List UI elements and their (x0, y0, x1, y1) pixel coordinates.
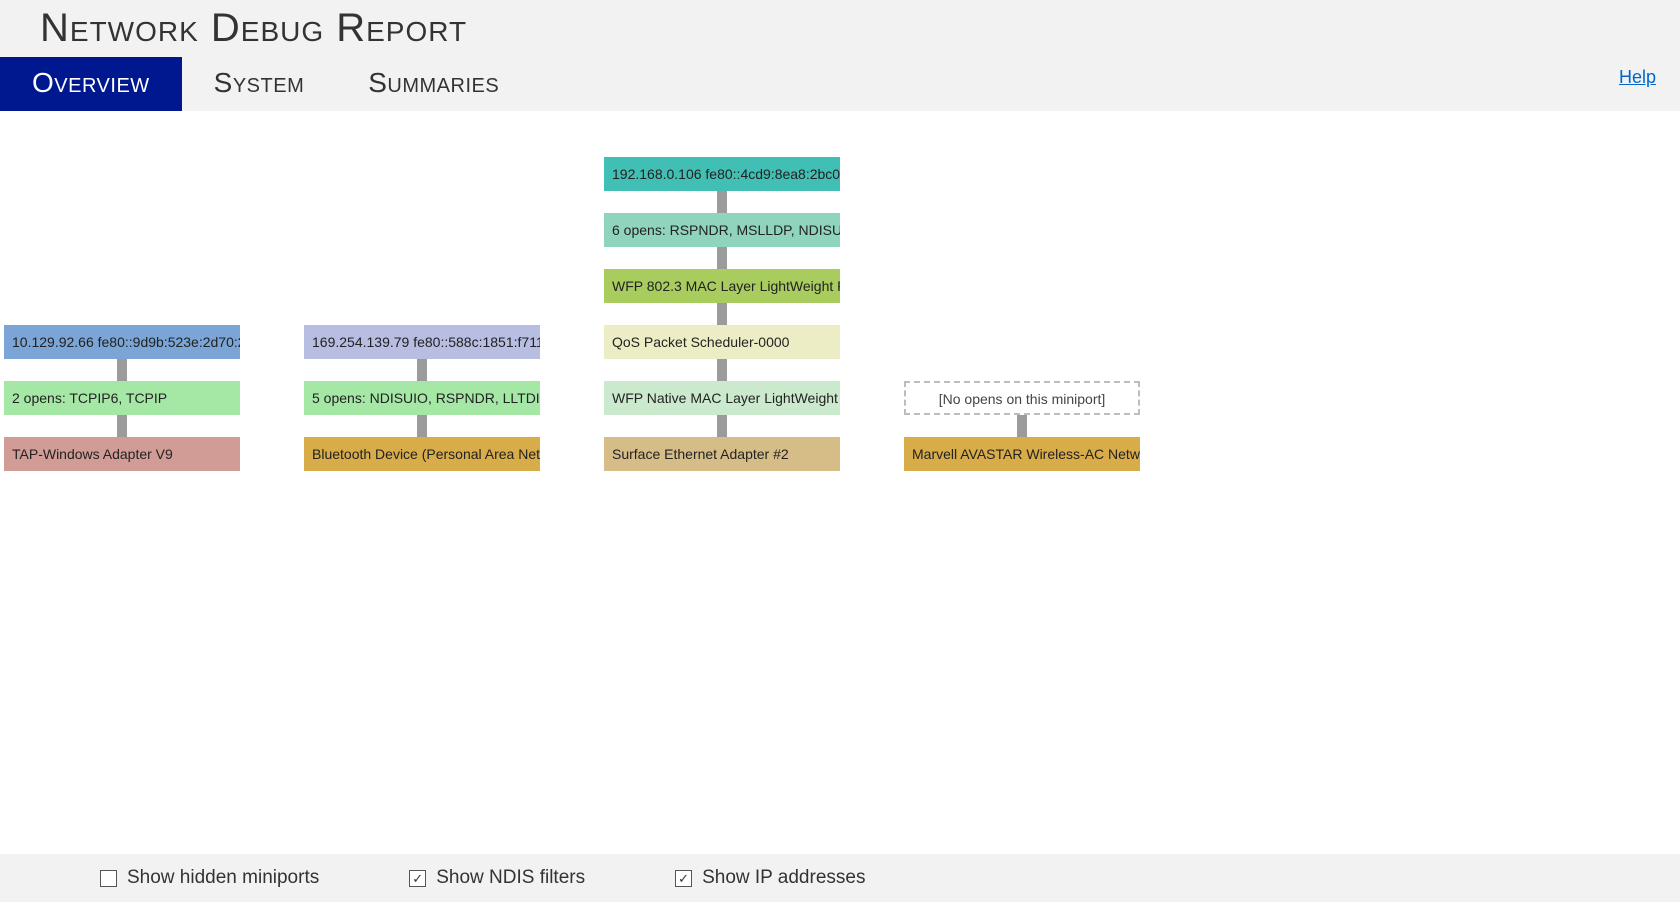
stack-node[interactable]: TAP-Windows Adapter V9 (4, 437, 240, 471)
network-stack: 192.168.0.106 fe80::4cd9:8ea8:2bc0:e6 op… (604, 157, 840, 471)
footer-bar: Show hidden miniports Show NDIS filters … (0, 854, 1680, 902)
connector (717, 303, 727, 325)
checkbox-icon (675, 870, 692, 887)
checkbox-icon (409, 870, 426, 887)
connector (417, 359, 427, 381)
connector (117, 415, 127, 437)
no-opens-placeholder: [No opens on this miniport] (904, 381, 1140, 415)
stack-node[interactable]: 169.254.139.79 fe80::588c:1851:f711: (304, 325, 540, 359)
checkbox-icon (100, 870, 117, 887)
option-show-ndis-filters[interactable]: Show NDIS filters (409, 867, 585, 889)
network-stack: 169.254.139.79 fe80::588c:1851:f711:5 op… (304, 325, 540, 471)
stack-node[interactable]: WFP Native MAC Layer LightWeight (604, 381, 840, 415)
option-label: Show IP addresses (702, 867, 865, 889)
stack-node[interactable]: 5 opens: NDISUIO, RSPNDR, LLTDIO, (304, 381, 540, 415)
option-label: Show hidden miniports (127, 867, 319, 889)
stack-node[interactable]: Bluetooth Device (Personal Area Net (304, 437, 540, 471)
connector (717, 359, 727, 381)
tab-summaries[interactable]: Summaries (336, 57, 531, 111)
option-label: Show NDIS filters (436, 867, 585, 889)
stack-node[interactable]: Surface Ethernet Adapter #2 (604, 437, 840, 471)
connector (717, 415, 727, 437)
option-show-ip-addresses[interactable]: Show IP addresses (675, 867, 865, 889)
connector (717, 247, 727, 269)
stack-node[interactable]: WFP 802.3 MAC Layer LightWeight Fi (604, 269, 840, 303)
stack-node[interactable]: Marvell AVASTAR Wireless-AC Netw (904, 437, 1140, 471)
connector (117, 359, 127, 381)
stack-node[interactable]: 192.168.0.106 fe80::4cd9:8ea8:2bc0:e (604, 157, 840, 191)
network-stack: 10.129.92.66 fe80::9d9b:523e:2d70:22 ope… (4, 325, 240, 471)
tabs-row: Overview System Summaries Help (0, 57, 1680, 111)
help-link[interactable]: Help (1619, 67, 1656, 88)
stack-node[interactable]: 6 opens: RSPNDR, MSLLDP, NDISUIO (604, 213, 840, 247)
page-title: Network Debug Report (0, 6, 1680, 57)
network-stack: [No opens on this miniport] Marvell AVAST… (904, 381, 1140, 471)
connector (1017, 415, 1027, 437)
stack-node[interactable]: QoS Packet Scheduler-0000 (604, 325, 840, 359)
connector (417, 415, 427, 437)
tab-overview[interactable]: Overview (0, 57, 182, 111)
tab-system[interactable]: System (182, 57, 337, 111)
option-show-hidden-miniports[interactable]: Show hidden miniports (100, 867, 319, 889)
header-bar: Network Debug Report Overview System Sum… (0, 0, 1680, 111)
stack-node[interactable]: 2 opens: TCPIP6, TCPIP (4, 381, 240, 415)
diagram-area: 10.129.92.66 fe80::9d9b:523e:2d70:22 ope… (0, 111, 1680, 731)
connector (717, 191, 727, 213)
stack-node[interactable]: 10.129.92.66 fe80::9d9b:523e:2d70:2 (4, 325, 240, 359)
